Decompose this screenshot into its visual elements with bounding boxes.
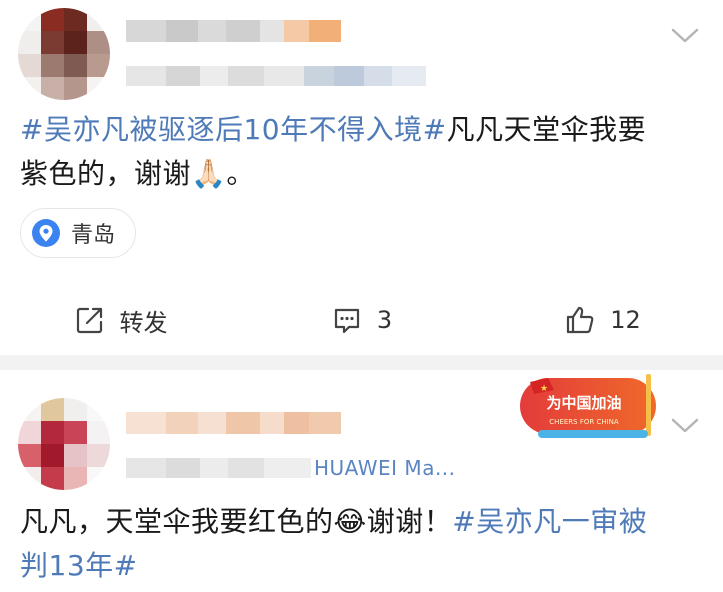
user-avatar[interactable] — [18, 8, 110, 100]
post-card: HUAWEI Ma... ★ 为中国加油 CHEERS FOR CHINA 凡凡… — [0, 370, 723, 592]
pray-emoji: 🙏🏻 — [191, 157, 227, 190]
location-pin-icon — [32, 219, 60, 247]
location-tag[interactable]: 青岛 — [20, 208, 137, 258]
text-segment: 谢谢！ — [366, 505, 453, 538]
post-text-line-1: 凡凡，天堂伞我要红色的😂谢谢！#吴亦凡一审被 — [20, 500, 647, 544]
hashtag-link[interactable]: #吴亦凡一审被 — [452, 505, 647, 538]
chevron-down-icon[interactable] — [669, 414, 701, 436]
share-icon — [76, 307, 102, 334]
svg-text:★: ★ — [540, 384, 548, 394]
repost-button[interactable]: 转发 — [0, 290, 241, 350]
action-bar: 转发 3 12 — [0, 290, 723, 350]
hashtag-link[interactable]: 判13年# — [20, 549, 138, 582]
text-segment: 紫色的，谢谢 — [20, 157, 192, 190]
post-text-line-2: 判13年# — [20, 544, 647, 588]
like-button[interactable]: 12 — [482, 290, 723, 350]
repost-label: 转发 — [119, 308, 168, 337]
flag-badge-icon: ★ 为中国加油 CHEERS FOR CHINA — [520, 374, 656, 438]
laughing-emoji: 😂 — [333, 505, 367, 538]
post-meta-blurred — [126, 66, 426, 86]
post-separator — [0, 355, 723, 370]
comment-button[interactable]: 3 — [241, 290, 482, 350]
username-blurred[interactable] — [126, 412, 341, 434]
post-card: #吴亦凡被驱逐后10年不得入境#凡凡天堂伞我要 紫色的，谢谢🙏🏻。 青岛 转发 … — [0, 0, 723, 355]
device-label: HUAWEI Ma... — [314, 456, 456, 480]
text-segment: 凡凡，天堂伞我要红色的 — [20, 505, 334, 538]
hashtag-link[interactable]: #吴亦凡被驱逐后10年不得入境# — [20, 113, 447, 146]
user-avatar[interactable] — [18, 398, 110, 490]
post-meta-blurred — [126, 458, 311, 478]
comment-icon — [334, 308, 359, 334]
badge-subtitle: CHEERS FOR CHINA — [549, 418, 619, 426]
thumbs-up-icon — [567, 306, 594, 334]
post-text: 凡凡，天堂伞我要红色的😂谢谢！#吴亦凡一审被 判13年# — [20, 500, 647, 588]
username-blurred[interactable] — [126, 20, 341, 42]
badge-title: 为中国加油 — [546, 394, 621, 412]
post-text-line-2: 紫色的，谢谢🙏🏻。 — [20, 152, 646, 196]
comment-count: 3 — [376, 306, 393, 334]
chevron-down-icon[interactable] — [669, 24, 701, 46]
post-text-line-1: #吴亦凡被驱逐后10年不得入境#凡凡天堂伞我要 — [20, 108, 646, 152]
text-segment: 凡凡天堂伞我要 — [446, 113, 647, 146]
post-text: #吴亦凡被驱逐后10年不得入境#凡凡天堂伞我要 紫色的，谢谢🙏🏻。 — [20, 108, 646, 196]
text-segment: 。 — [226, 157, 255, 190]
location-label: 青岛 — [71, 223, 116, 248]
like-count: 12 — [610, 306, 641, 334]
